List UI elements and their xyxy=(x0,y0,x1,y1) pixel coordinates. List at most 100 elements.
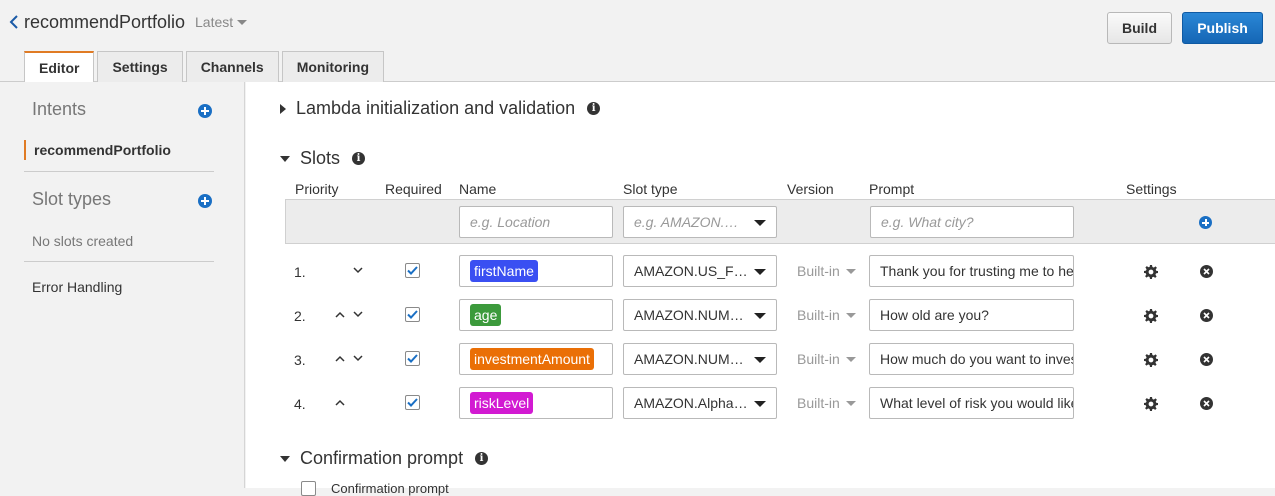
version-select[interactable]: Built-in xyxy=(797,395,856,411)
slots-section-title: Slots xyxy=(300,148,341,168)
delete-slot-icon[interactable] xyxy=(1200,397,1213,410)
version-value: Built-in xyxy=(797,395,840,411)
slot-name-field[interactable]: age xyxy=(459,299,613,331)
back-link[interactable]: recommendPortfolio xyxy=(6,10,185,34)
move-up-icon[interactable] xyxy=(334,352,346,364)
slot-name-field[interactable]: riskLevel xyxy=(459,387,613,419)
dropdown-arrow-icon xyxy=(754,401,766,407)
expand-right-icon xyxy=(280,103,286,114)
version-value: Built-in xyxy=(797,351,840,367)
slot-types-heading: Slot types xyxy=(32,189,112,209)
slot-prompt-input[interactable]: What level of risk you would like xyxy=(869,387,1074,419)
slot-name-tag: age xyxy=(470,304,502,326)
slot-type-value: AMAZON.NUMBER xyxy=(634,307,749,323)
slot-name-field[interactable]: firstName xyxy=(459,255,613,287)
publish-button[interactable]: Publish xyxy=(1182,12,1263,44)
dropdown-arrow-icon xyxy=(754,357,766,363)
confirmation-section-title: Confirmation prompt xyxy=(300,448,464,468)
add-slot-type-icon[interactable] xyxy=(198,194,212,208)
gear-icon[interactable] xyxy=(1144,353,1158,367)
slot-type-value: AMAZON.NUMBER xyxy=(634,351,749,367)
info-icon[interactable]: i xyxy=(475,452,489,465)
new-slot-type-select[interactable]: e.g. AMAZON.… xyxy=(623,206,777,238)
intents-heading: Intents xyxy=(32,99,87,119)
slot-priority: 4. xyxy=(294,396,306,412)
divider xyxy=(24,261,214,262)
version-select[interactable]: Built-in xyxy=(797,351,856,367)
caret-down-icon xyxy=(845,268,856,274)
slot-name-tag: riskLevel xyxy=(470,392,534,414)
required-checkbox[interactable] xyxy=(405,263,420,278)
new-slot-prompt-input[interactable]: e.g. What city? xyxy=(870,206,1074,238)
lambda-section-toggle[interactable]: Lambda initialization and validation i xyxy=(280,98,601,119)
slot-type-select[interactable]: AMAZON.AlphaNumeric xyxy=(623,387,777,419)
confirmation-section-toggle[interactable]: Confirmation prompt i xyxy=(280,448,489,469)
slot-prompt-input[interactable]: How much do you want to invest? xyxy=(869,343,1074,375)
collapse-down-icon xyxy=(280,155,290,162)
build-button[interactable]: Build xyxy=(1107,12,1172,44)
slot-prompt-input[interactable]: How old are you? xyxy=(869,299,1074,331)
slot-type-value: AMAZON.AlphaNumeric xyxy=(634,395,749,411)
slot-type-select[interactable]: AMAZON.NUMBER xyxy=(623,343,777,375)
priority-arrows xyxy=(334,396,346,408)
info-icon[interactable]: i xyxy=(587,102,601,115)
confirmation-checkbox[interactable] xyxy=(301,481,316,496)
required-checkbox[interactable] xyxy=(405,307,420,322)
required-checkbox[interactable] xyxy=(405,395,420,410)
col-name: Name xyxy=(459,181,497,197)
move-up-icon[interactable] xyxy=(334,308,346,320)
slots-section-toggle[interactable]: Slots i xyxy=(280,148,366,169)
version-dropdown[interactable]: Latest xyxy=(195,14,248,30)
tab-channels[interactable]: Channels xyxy=(185,51,279,82)
gear-icon[interactable] xyxy=(1144,309,1158,323)
slot-type-select[interactable]: AMAZON.US_FIRST_NAME xyxy=(623,255,777,287)
slot-priority: 2. xyxy=(294,308,306,324)
move-down-icon[interactable] xyxy=(352,352,364,364)
gear-icon[interactable] xyxy=(1144,397,1158,411)
delete-slot-icon[interactable] xyxy=(1200,265,1213,278)
slot-name-field[interactable]: investmentAmount xyxy=(459,343,613,375)
delete-slot-icon[interactable] xyxy=(1200,353,1213,366)
caret-down-icon xyxy=(845,356,856,362)
sidebar: Intents recommendPortfolio Slot types No… xyxy=(0,82,245,488)
version-select[interactable]: Built-in xyxy=(797,263,856,279)
add-intent-icon[interactable] xyxy=(198,104,212,118)
tab-settings[interactable]: Settings xyxy=(97,51,183,82)
divider xyxy=(24,171,214,172)
top-bar: recommendPortfolio Latest Build Publish … xyxy=(0,0,1275,83)
new-slot-row: e.g. Location e.g. AMAZON.… e.g. What ci… xyxy=(285,199,1275,244)
slot-type-value: AMAZON.US_FIRST_NAME xyxy=(634,263,749,279)
confirmation-checkbox-label: Confirmation prompt xyxy=(331,481,449,496)
new-slot-name-input[interactable]: e.g. Location xyxy=(459,206,613,238)
caret-down-icon xyxy=(237,19,248,25)
caret-down-icon xyxy=(845,400,856,406)
version-label: Latest xyxy=(195,14,234,30)
new-slot-type-placeholder: e.g. AMAZON.… xyxy=(634,214,739,230)
sidebar-item-error-handling[interactable]: Error Handling xyxy=(32,279,122,295)
sidebar-item-intent[interactable]: recommendPortfolio xyxy=(24,140,171,160)
gear-icon[interactable] xyxy=(1144,265,1158,279)
info-icon[interactable]: i xyxy=(352,152,366,165)
add-slot-icon[interactable] xyxy=(1199,216,1212,229)
dropdown-arrow-icon xyxy=(754,269,766,275)
slot-priority: 1. xyxy=(294,264,306,280)
delete-slot-icon[interactable] xyxy=(1200,309,1213,322)
tab-bar: Editor Settings Channels Monitoring xyxy=(24,51,385,83)
slot-prompt-input[interactable]: Thank you for trusting me to help xyxy=(869,255,1074,287)
required-checkbox[interactable] xyxy=(405,351,420,366)
tab-editor[interactable]: Editor xyxy=(24,51,95,83)
version-value: Built-in xyxy=(797,307,840,323)
col-version: Version xyxy=(787,181,834,197)
slot-type-select[interactable]: AMAZON.NUMBER xyxy=(623,299,777,331)
col-prompt: Prompt xyxy=(869,181,915,197)
chevron-left-icon[interactable] xyxy=(6,10,22,34)
move-down-icon[interactable] xyxy=(352,264,364,276)
tab-monitoring[interactable]: Monitoring xyxy=(281,51,385,82)
move-up-icon[interactable] xyxy=(334,396,346,408)
bot-title: recommendPortfolio xyxy=(24,11,186,32)
version-select[interactable]: Built-in xyxy=(797,307,856,323)
col-slot-type: Slot type xyxy=(623,181,678,197)
priority-arrows xyxy=(334,308,364,320)
priority-arrows xyxy=(352,264,364,276)
move-down-icon[interactable] xyxy=(352,308,364,320)
